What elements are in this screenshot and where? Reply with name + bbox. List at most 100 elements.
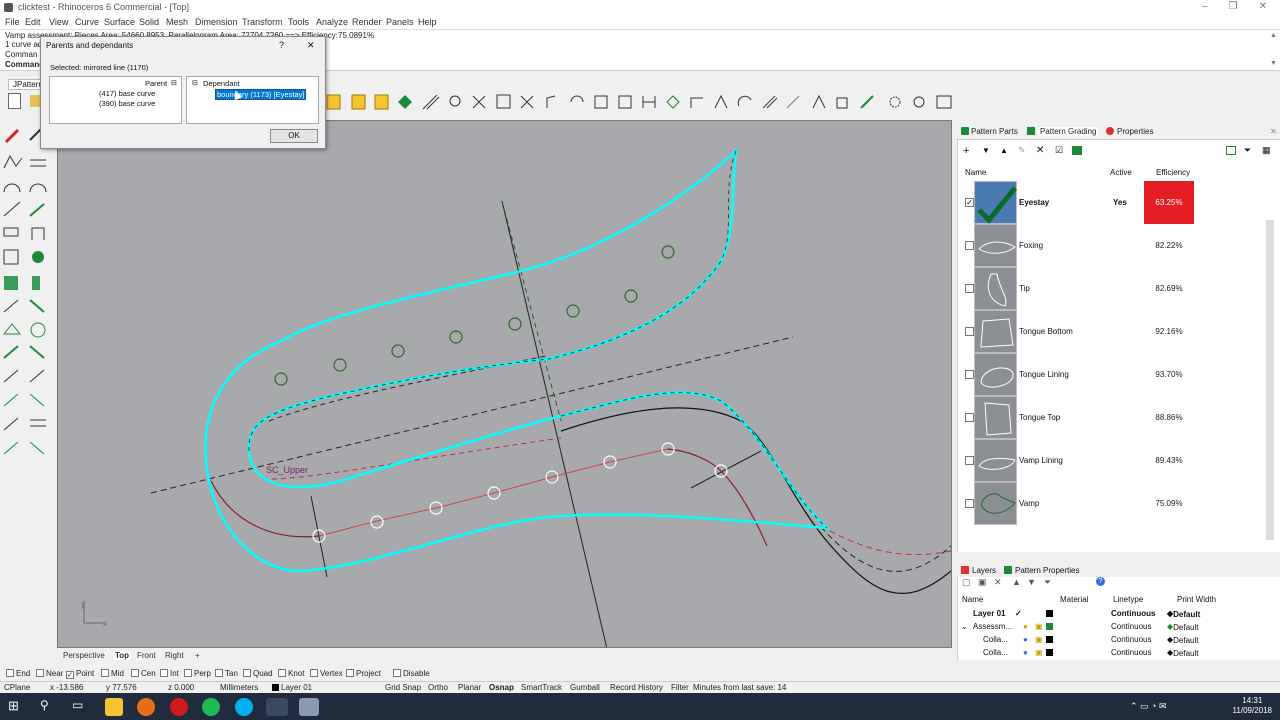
- layer-color-icon[interactable]: [1046, 636, 1053, 643]
- lightbulb-icon[interactable]: ●: [1023, 622, 1028, 631]
- menu-analyze[interactable]: Analyze: [316, 17, 348, 27]
- layer-color-icon[interactable]: [1046, 649, 1053, 656]
- eyelet-circle[interactable]: [566, 304, 580, 318]
- checkbox-icon[interactable]: [346, 669, 354, 677]
- move-up-icon[interactable]: ▲: [1000, 146, 1008, 155]
- checkbox-icon[interactable]: [184, 669, 192, 677]
- layer-color-icon[interactable]: [1046, 623, 1053, 630]
- system-tray-icons[interactable]: ⌃ ▭ ◔ ✉: [1130, 701, 1167, 712]
- part-row-tongue-bottom[interactable]: Tongue Bottom 92.16%: [963, 310, 1263, 353]
- help-icon[interactable]: ?: [1096, 577, 1105, 586]
- menu-help[interactable]: Help: [418, 17, 437, 27]
- part-checkbox[interactable]: [965, 241, 974, 250]
- task-view-icon[interactable]: ▭: [72, 698, 90, 716]
- part-checkbox[interactable]: [965, 499, 974, 508]
- filter-icon[interactable]: ⏷: [1244, 145, 1251, 156]
- eyelet-circle[interactable]: [508, 317, 522, 331]
- menu-surface[interactable]: Surface: [104, 17, 135, 27]
- parts-scrollbar[interactable]: [1266, 220, 1274, 540]
- ok-button[interactable]: OK: [270, 129, 318, 143]
- dialog-help-button[interactable]: ?: [279, 40, 284, 50]
- osnap-project[interactable]: Project: [346, 669, 381, 678]
- layer-color-icon[interactable]: [1046, 610, 1053, 617]
- layer-down-icon[interactable]: ▼: [1027, 577, 1036, 587]
- search-icon[interactable]: ⚲: [40, 698, 58, 716]
- eyelet-circle[interactable]: [449, 330, 463, 344]
- eyelet-circle[interactable]: [624, 289, 638, 303]
- status-layer[interactable]: Layer 01: [281, 683, 312, 692]
- app-window-icon[interactable]: [299, 698, 319, 716]
- firefox-icon[interactable]: [137, 698, 155, 716]
- osnap-near[interactable]: Near: [36, 669, 63, 678]
- checkbox-icon[interactable]: [215, 669, 223, 677]
- toolbar-icons-strip[interactable]: [325, 92, 965, 112]
- opera-icon[interactable]: [170, 698, 188, 716]
- top-viewport[interactable]: SC_Upper y x: [57, 120, 952, 648]
- parent-tree[interactable]: Parent ⊟ (417) base curve (390) base cur…: [49, 76, 182, 124]
- assess-icon[interactable]: [1072, 146, 1082, 155]
- tab-pattern-properties[interactable]: Pattern Properties: [1015, 566, 1079, 575]
- layer-row[interactable]: Colla... ● ▣ Continuous ◆ Default: [957, 647, 1280, 659]
- delete-layer-icon[interactable]: ✕: [994, 577, 1002, 588]
- menu-file[interactable]: File: [5, 17, 20, 27]
- checkbox-icon[interactable]: [131, 669, 139, 677]
- part-checkbox[interactable]: [965, 327, 974, 336]
- checkbox-icon[interactable]: [278, 669, 286, 677]
- header-name[interactable]: Name: [965, 168, 986, 177]
- move-down-icon[interactable]: ▼: [982, 146, 990, 155]
- eyelet-circle[interactable]: [333, 358, 347, 372]
- close-button[interactable]: ✕: [1248, 1, 1278, 12]
- osnap-vertex[interactable]: Vertex: [310, 669, 343, 678]
- osnap-quad[interactable]: Quad: [243, 669, 273, 678]
- osnap-mid[interactable]: Mid: [101, 669, 124, 678]
- menu-render[interactable]: Render: [352, 17, 382, 27]
- tab-properties[interactable]: Properties: [1117, 127, 1153, 136]
- layer-row[interactable]: Colla... ● ▣ Continuous ◆ Default: [957, 634, 1280, 646]
- eyelet-circles[interactable]: [274, 245, 675, 386]
- toggle-planar[interactable]: Planar: [458, 683, 481, 692]
- minimize-button[interactable]: –: [1190, 1, 1220, 12]
- toggle-record-history[interactable]: Record History: [610, 683, 663, 692]
- osnap-tan[interactable]: Tan: [215, 669, 238, 678]
- tab-front[interactable]: Front: [137, 651, 156, 660]
- tab-layers[interactable]: Layers: [972, 566, 996, 575]
- menu-dimension[interactable]: Dimension: [195, 17, 238, 27]
- status-cplane[interactable]: CPlane: [4, 683, 30, 692]
- viewport-canvas[interactable]: SC_Upper y x: [58, 121, 952, 648]
- panel-close-icon[interactable]: ✕: [1270, 127, 1277, 136]
- collapse-icon[interactable]: ⊟: [192, 79, 198, 87]
- osnap-end[interactable]: End: [6, 669, 30, 678]
- toggle-gumball[interactable]: Gumball: [570, 683, 600, 692]
- new-file-icon[interactable]: [8, 93, 21, 109]
- osnap-perp[interactable]: Perp: [184, 669, 211, 678]
- layers-header-print-width[interactable]: Print Width: [1177, 595, 1216, 604]
- tool-icons-column[interactable]: [0, 120, 56, 460]
- status-units[interactable]: Millimeters: [220, 683, 258, 692]
- part-row-eyestay[interactable]: ✓ Eyestay Yes 63.25%: [963, 181, 1263, 224]
- part-row-foxing[interactable]: Foxing 82.22%: [963, 224, 1263, 267]
- expand-icon[interactable]: ⌄: [961, 622, 968, 631]
- menu-view[interactable]: View: [49, 17, 68, 27]
- eyelet-circle[interactable]: [274, 372, 288, 386]
- header-active[interactable]: Active: [1110, 168, 1132, 177]
- tab-pattern-grading[interactable]: Pattern Grading: [1038, 127, 1099, 136]
- list-view-icon[interactable]: [1226, 146, 1236, 155]
- part-row-tongue-top[interactable]: Tongue Top 88.86%: [963, 396, 1263, 439]
- checkbox-icon[interactable]: [310, 669, 318, 677]
- lightbulb-icon[interactable]: ●: [1023, 648, 1028, 657]
- eyelet-circle[interactable]: [661, 245, 675, 259]
- menu-panels[interactable]: Panels: [386, 17, 414, 27]
- system-clock[interactable]: 14:31 11/09/2018: [1233, 696, 1272, 716]
- osnap-cen[interactable]: Cen: [131, 669, 156, 678]
- lock-icon[interactable]: ▣: [1035, 622, 1043, 631]
- menu-curve[interactable]: Curve: [75, 17, 99, 27]
- layer-filter-icon[interactable]: ⏷: [1044, 577, 1051, 588]
- checkbox-icon[interactable]: [160, 669, 168, 677]
- checkbox-icon[interactable]: [243, 669, 251, 677]
- tab-top[interactable]: Top: [113, 651, 132, 660]
- part-checkbox[interactable]: [965, 413, 974, 422]
- lock-icon[interactable]: ▣: [1035, 648, 1043, 657]
- layer-row[interactable]: Layer 01 ✓ Continuous ◆ Default: [957, 608, 1280, 620]
- checkbox-icon[interactable]: [393, 669, 401, 677]
- toggle-filter[interactable]: Filter: [671, 683, 689, 692]
